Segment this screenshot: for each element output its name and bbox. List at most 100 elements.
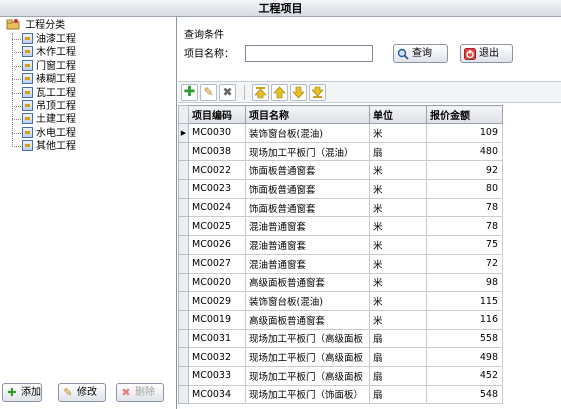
row-indicator (178, 141, 189, 162)
toolbar-edit-button[interactable]: ✎ (200, 84, 217, 101)
cell-price: 480 (426, 141, 503, 162)
cell-price: 548 (426, 384, 503, 405)
add-category-button[interactable]: ✚ 添加 (2, 383, 42, 402)
search-button-label: 查询 (412, 48, 432, 59)
cell-code: MC0033 (188, 365, 246, 386)
table-row[interactable]: MC0030装饰窗台板(混油)米109 (178, 123, 503, 143)
tree-item[interactable]: 油漆工程 (0, 33, 176, 46)
tree-item[interactable]: 吊顶工程 (0, 99, 176, 113)
move-bottom-button[interactable] (309, 84, 326, 101)
cell-name: 混油普通窗套 (245, 235, 370, 255)
table-row[interactable]: MC0034 现场加工平板门（饰面板）扇 548 (178, 384, 503, 405)
table-row[interactable]: MC0029 装饰窗台板(混油) 米 115 (178, 291, 503, 311)
cell-price: 72 (426, 253, 503, 274)
category-icon (22, 73, 33, 85)
tree-item[interactable]: 门窗工程 (0, 59, 176, 73)
table-row[interactable]: MC0032 现场加工平板门（高级面板扇 498 (178, 347, 503, 367)
project-name-label: 项目名称： (184, 49, 234, 60)
cell-unit: 米 (369, 235, 427, 255)
tree-item[interactable]: 木作工程 (0, 46, 176, 59)
column-header-unit[interactable]: 单位 (369, 105, 427, 124)
query-title: 查询条件 (184, 30, 224, 41)
tree-connector (12, 92, 21, 94)
column-header-code[interactable]: 项目编码 (188, 105, 246, 124)
table-row[interactable]: MC0027 混油普通窗套米 72 (178, 253, 503, 274)
window-title: 工程项目 (0, 0, 561, 17)
exit-icon (464, 48, 476, 60)
cell-code: MC0020 (188, 272, 246, 293)
column-header-name[interactable]: 项目名称 (245, 105, 370, 124)
tree-connector (12, 132, 21, 134)
move-top-button[interactable] (252, 84, 269, 101)
tree-item[interactable]: 其他工程 (0, 140, 176, 153)
category-icon (22, 99, 33, 111)
table-row[interactable]: MC0038 现场加工平板门（混油）扇 480 (178, 141, 503, 162)
exit-button[interactable]: 退出 (460, 44, 513, 63)
table-row[interactable]: MC0025 混油普通窗套米 78 (178, 216, 503, 237)
project-panel: 查询条件 项目名称： 查询 退出 ✚ ✎ ✖ 项目编码 项目名称 单位 报价金额… (178, 17, 561, 409)
cell-name: 装饰窗台板(混油) (245, 123, 370, 143)
edit-category-button[interactable]: ✎ 修改 (58, 383, 106, 402)
tree-item-label: 瓦工工程 (36, 87, 76, 99)
cell-price: 109 (426, 123, 503, 143)
table-row[interactable]: MC0023 饰面板普通窗套米 80 (178, 179, 503, 199)
grid-toolbar: ✚ ✎ ✖ (178, 81, 561, 103)
cell-code: MC0022 (188, 160, 246, 181)
add-button-label: 添加 (21, 387, 41, 398)
toolbar-delete-button[interactable]: ✖ (219, 84, 236, 101)
cell-name: 高级面板普通窗套 (245, 309, 370, 330)
cell-price: 92 (426, 160, 503, 181)
project-grid: 项目编码 项目名称 单位 报价金额 MC0030装饰窗台板(混油)米109MC0… (178, 105, 561, 409)
cell-name: 现场加工平板门（饰面板） (245, 384, 370, 405)
cell-price: 558 (426, 328, 503, 349)
delete-icon: ✖ (121, 386, 131, 399)
search-icon (397, 48, 409, 60)
row-indicator (178, 291, 189, 311)
cell-name: 现场加工平板门（混油） (245, 141, 370, 162)
cell-unit: 扇 (369, 347, 427, 367)
cell-price: 80 (426, 179, 503, 199)
tree-root[interactable]: 工程分类 (0, 19, 176, 33)
tree-item-label: 土建工程 (36, 114, 76, 126)
row-indicator (178, 179, 189, 199)
search-button[interactable]: 查询 (393, 44, 448, 63)
tree-item-label: 木作工程 (36, 47, 76, 59)
cell-unit: 米 (369, 123, 427, 143)
table-row[interactable]: MC0020 高级面板普通窗套米 98 (178, 272, 503, 293)
tree-root-label: 工程分类 (25, 20, 66, 31)
column-header-price[interactable]: 报价金额 (426, 105, 503, 124)
tree-item[interactable]: 瓦工工程 (0, 86, 176, 100)
move-down-icon (292, 86, 305, 99)
cell-unit: 扇 (369, 141, 427, 162)
category-tree: 工程分类 油漆工程 木作工程 门窗工程 裱糊工程 瓦工工程 吊顶工程 土建工程 水电工程 其他工… (0, 19, 176, 154)
exit-button-label: 退出 (479, 48, 499, 59)
toolbar-add-button[interactable]: ✚ (181, 84, 198, 101)
tree-item[interactable]: 水电工程 (0, 126, 176, 140)
table-row[interactable]: MC0019 高级面板普通窗套米 116 (178, 309, 503, 330)
move-up-icon (273, 86, 286, 99)
row-indicator (178, 197, 189, 218)
move-down-button[interactable] (290, 84, 307, 101)
row-indicator (178, 235, 189, 255)
table-row[interactable]: MC0026 混油普通窗套米 75 (178, 235, 503, 255)
table-row[interactable]: MC0033 现场加工平板门（高级面板扇 452 (178, 365, 503, 386)
category-panel: 工程分类 油漆工程 木作工程 门窗工程 裱糊工程 瓦工工程 吊顶工程 土建工程 水电工程 其他工… (0, 17, 177, 409)
cell-unit: 米 (369, 253, 427, 274)
table-row[interactable]: MC0024 饰面板普通窗套米 78 (178, 197, 503, 218)
tree-connector (12, 39, 21, 40)
project-name-input[interactable] (245, 45, 373, 62)
tree-item[interactable]: 土建工程 (0, 113, 176, 126)
row-indicator (178, 216, 189, 237)
table-header-row: 项目编码 项目名称 单位 报价金额 (178, 105, 503, 124)
cell-name: 现场加工平板门（高级面板 (245, 347, 370, 367)
table-row[interactable]: MC0022 饰面板普通窗套米 92 (178, 160, 503, 181)
cell-code: MC0026 (188, 235, 246, 255)
delete-category-button[interactable]: ✖ 删除 (116, 383, 164, 402)
cell-code: MC0038 (188, 141, 246, 162)
cell-unit: 米 (369, 197, 427, 218)
category-icon (22, 33, 33, 44)
table-row[interactable]: MC0031 现场加工平板门（高级面板扇 558 (178, 328, 503, 349)
tree-item[interactable]: 裱糊工程 (0, 73, 176, 86)
move-up-button[interactable] (271, 84, 288, 101)
category-icon (22, 46, 33, 58)
